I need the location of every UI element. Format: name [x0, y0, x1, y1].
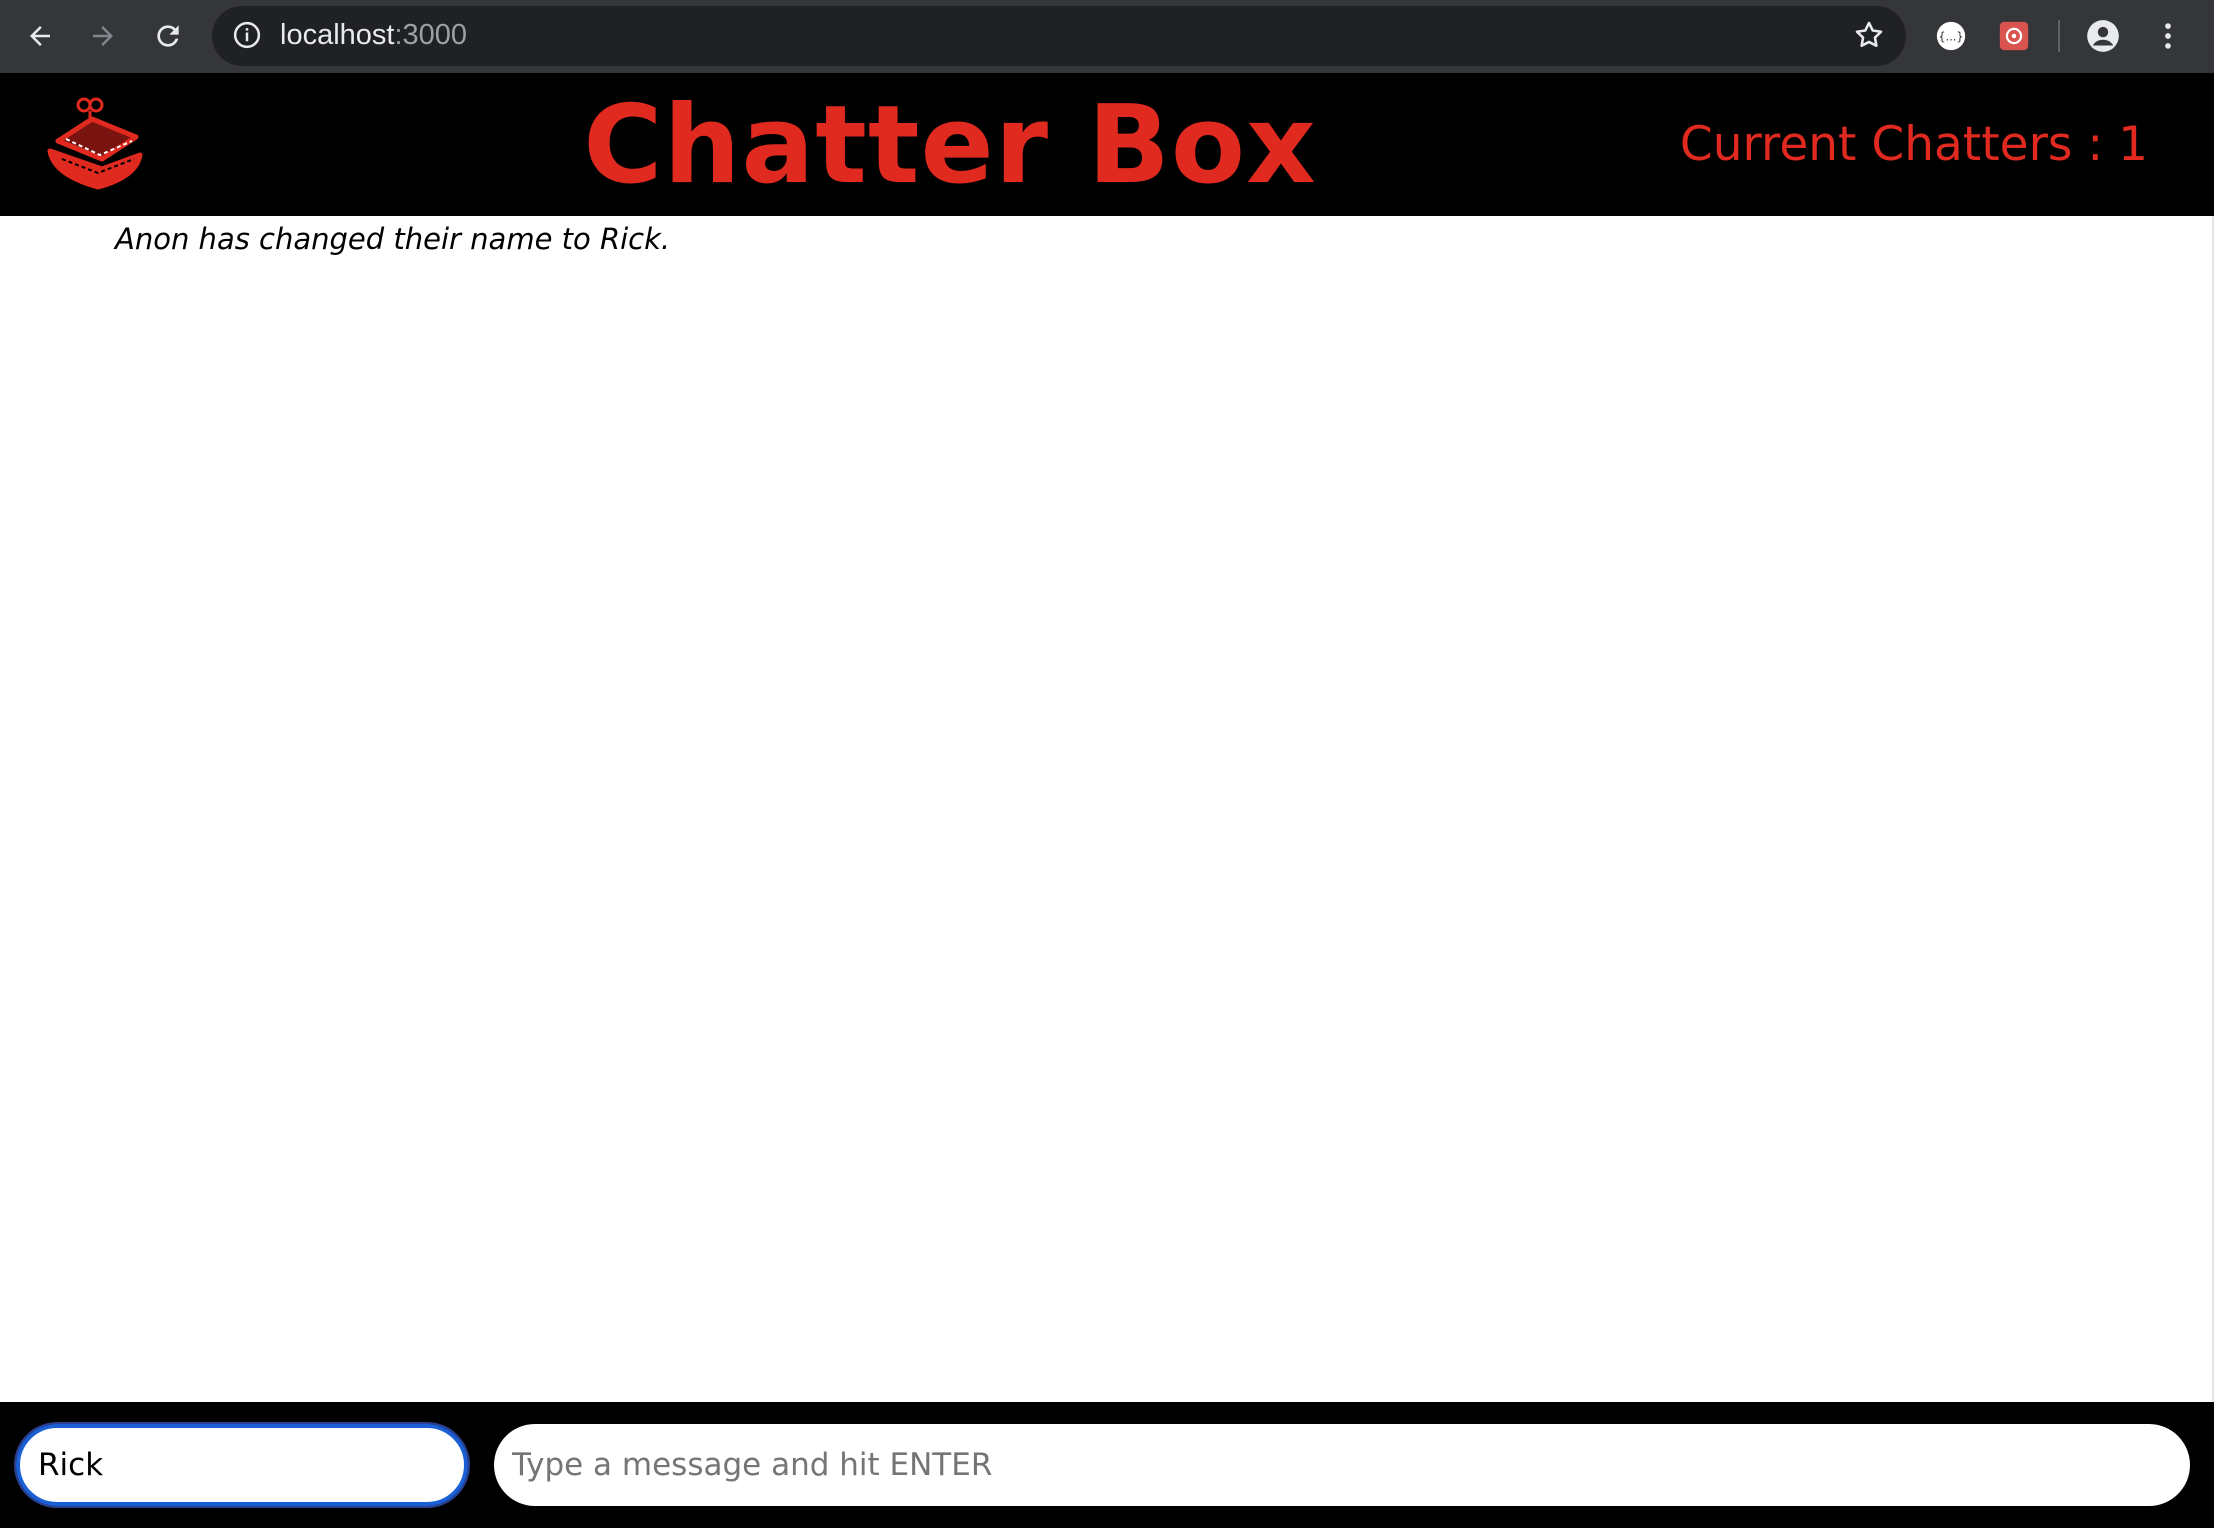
forward-arrow-icon: [93, 26, 113, 46]
info-icon[interactable]: [232, 20, 262, 54]
forward-button[interactable]: [81, 14, 125, 58]
username-input[interactable]: [14, 1422, 470, 1508]
back-arrow-icon: [30, 26, 50, 46]
app-title: Chatter Box: [0, 83, 1900, 208]
back-button[interactable]: [18, 14, 62, 58]
address-bar[interactable]: localhost:3000: [212, 6, 1906, 66]
reload-button[interactable]: [146, 14, 190, 58]
svg-text:{...}: {...}: [1938, 29, 1963, 43]
message-list: Anon has changed their name to Rick.: [0, 216, 2214, 1402]
current-chatters-count: Current Chatters : 1: [1679, 117, 2148, 172]
menu-dots-icon: [2165, 23, 2171, 49]
star-icon[interactable]: [1852, 18, 1886, 56]
profile-icon: [2087, 20, 2119, 52]
system-message: Anon has changed their name to Rick.: [115, 222, 671, 256]
app-title-text: Chatter Box: [583, 83, 1317, 208]
extension-button-2[interactable]: [1994, 16, 2034, 56]
extension-icon: [1999, 21, 2029, 51]
app-header: Chatter Box Current Chatters : 1: [0, 73, 2214, 216]
input-bar: [0, 1402, 2214, 1528]
extension-button-1[interactable]: {...}: [1931, 16, 1971, 56]
profile-button[interactable]: [2083, 16, 2123, 56]
url-port: :3000: [394, 19, 468, 51]
toolbar-separator: [2058, 20, 2060, 52]
url-text: localhost:3000: [280, 19, 467, 52]
browser-toolbar: localhost:3000 {...}: [0, 0, 2214, 73]
reload-icon: [157, 25, 179, 47]
extension-icon: {...}: [1936, 21, 1966, 51]
browser-menu-button[interactable]: [2148, 16, 2188, 56]
url-host: localhost: [280, 19, 395, 51]
message-input[interactable]: [494, 1424, 2190, 1506]
